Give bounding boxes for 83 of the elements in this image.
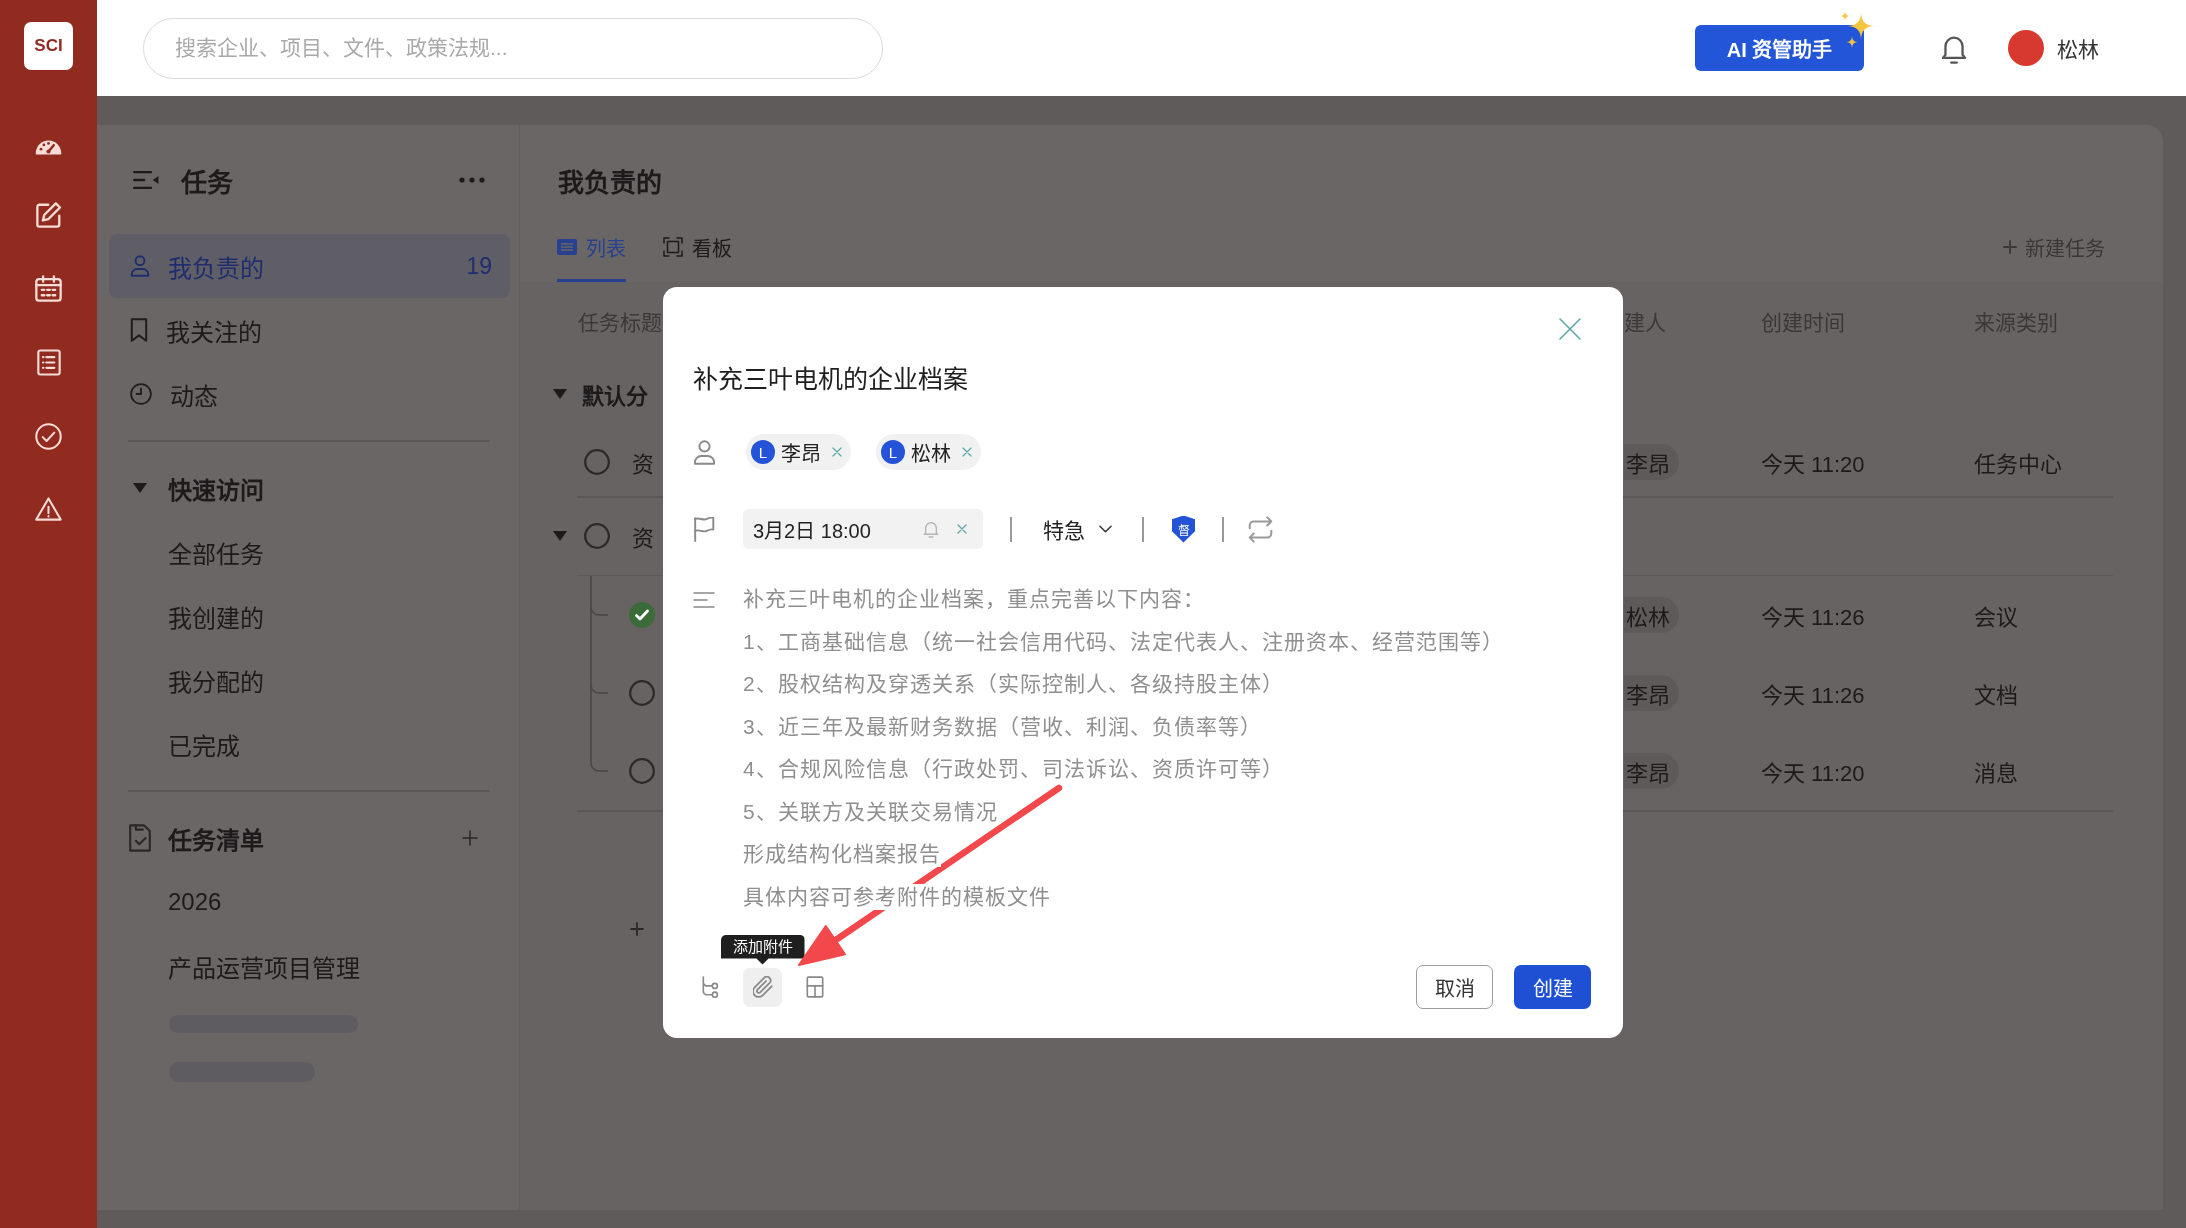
task-checkbox[interactable] [629,602,655,628]
calendar-icon[interactable] [35,275,62,302]
collapse-icon[interactable] [133,169,159,191]
sidebar-item[interactable]: 我负责的 19 [109,234,510,298]
table-cell: 消息 [1974,761,2018,786]
sidebar-title: 任务 [181,166,233,199]
check-circle-icon[interactable] [35,423,62,450]
clear-icon[interactable] [957,524,967,534]
warning-icon[interactable] [35,497,62,521]
app-logo: SCI [24,22,73,70]
plus-icon [2003,240,2017,254]
list-icon[interactable] [36,349,61,376]
table-cell: 会议 [1974,605,2018,630]
task-checkbox[interactable] [584,448,610,475]
caret-icon[interactable] [133,483,147,493]
tooltip: 添加附件 [720,934,805,965]
table-cell: 今天 11:26 [1761,605,1865,630]
assignee-name: 松林 [911,441,951,467]
search-field[interactable]: 搜索企业、项目、文件、政策法规... [143,17,883,79]
creator-chip: 李昂 [1624,753,1679,789]
due-date-field[interactable]: 3月2日 18:00 [743,509,983,549]
text-lines-icon [693,591,715,609]
sidebar-item[interactable]: 我关注的 [109,298,510,362]
sidebar-item[interactable]: 2026 [109,870,510,934]
more-icon[interactable] [459,177,485,183]
task-checkbox[interactable] [629,758,655,784]
avatar: L [751,440,775,464]
page-title: 我负责的 [558,167,663,200]
section-title: 任务清单 [168,825,264,856]
layout-icon[interactable] [806,976,824,998]
table-cell: 今天 11:26 [1761,683,1865,708]
group-title: 默认分 [582,382,648,410]
priority-dropdown[interactable]: 特急 [1043,514,1112,544]
sidebar-item[interactable]: 已完成 [109,712,510,776]
sidebar-item[interactable]: 动态 [109,362,510,426]
task-checkbox[interactable] [584,523,610,549]
sidebar-item[interactable]: 产品运营项目管理 [109,934,510,998]
bookmark-icon [130,318,148,342]
create-button[interactable]: 创建 [1514,965,1591,1009]
flag-icon [693,516,716,542]
task-title: 资 [632,450,654,478]
person-icon [130,255,150,277]
ai-assistant-button[interactable]: AI 资管助手 [1695,25,1864,71]
table-cell: 今天 11:20 [1761,451,1865,477]
close-icon[interactable] [1559,318,1581,340]
table-cell: 任务中心 [1974,451,2062,477]
sidebar-item[interactable]: 我创建的 [109,584,510,648]
remove-icon[interactable] [962,447,972,457]
add-icon[interactable] [462,830,478,846]
list-view-icon [557,239,577,255]
avatar[interactable] [2008,30,2044,66]
edit-icon[interactable] [35,202,62,228]
chevron-down-icon [1099,525,1112,533]
table-cell: 今天 11:20 [1761,761,1865,786]
shield-badge[interactable]: 督 [1172,515,1195,543]
sidebar-item[interactable]: 我分配的 [109,648,510,712]
paperclip-icon[interactable] [743,967,782,1007]
task-title-field[interactable]: 补充三叶电机的企业档案 [693,362,968,396]
sidebar-item[interactable]: 全部任务 [109,520,510,584]
tab[interactable]: 看板 [663,226,732,282]
section-title: 快速访问 [168,475,264,506]
user-name[interactable]: 松林 [2057,33,2099,63]
table-cell: 文档 [1974,683,2018,708]
avatar: L [881,440,905,464]
add-task-icon[interactable] [630,921,644,936]
creator-chip: 李昂 [1624,675,1679,711]
board-view-icon [663,237,683,257]
assignee-name: 李昂 [781,441,821,467]
subtask-icon[interactable] [701,976,721,998]
checklist-icon [128,824,152,852]
repeat-icon[interactable] [1247,515,1274,543]
gauge-icon[interactable] [35,140,62,155]
task-title: 资 [632,525,654,552]
caret-icon[interactable] [553,531,567,541]
item-count: 19 [466,252,492,280]
task-checkbox[interactable] [629,680,655,706]
creator-chip: 李昂 [1624,443,1679,480]
creator-chip: 松林 [1624,597,1679,633]
remove-icon[interactable] [832,447,842,457]
clock-icon [130,383,152,405]
cancel-button[interactable]: 取消 [1416,965,1493,1009]
caret-icon[interactable] [553,388,567,399]
person-icon [693,439,716,465]
